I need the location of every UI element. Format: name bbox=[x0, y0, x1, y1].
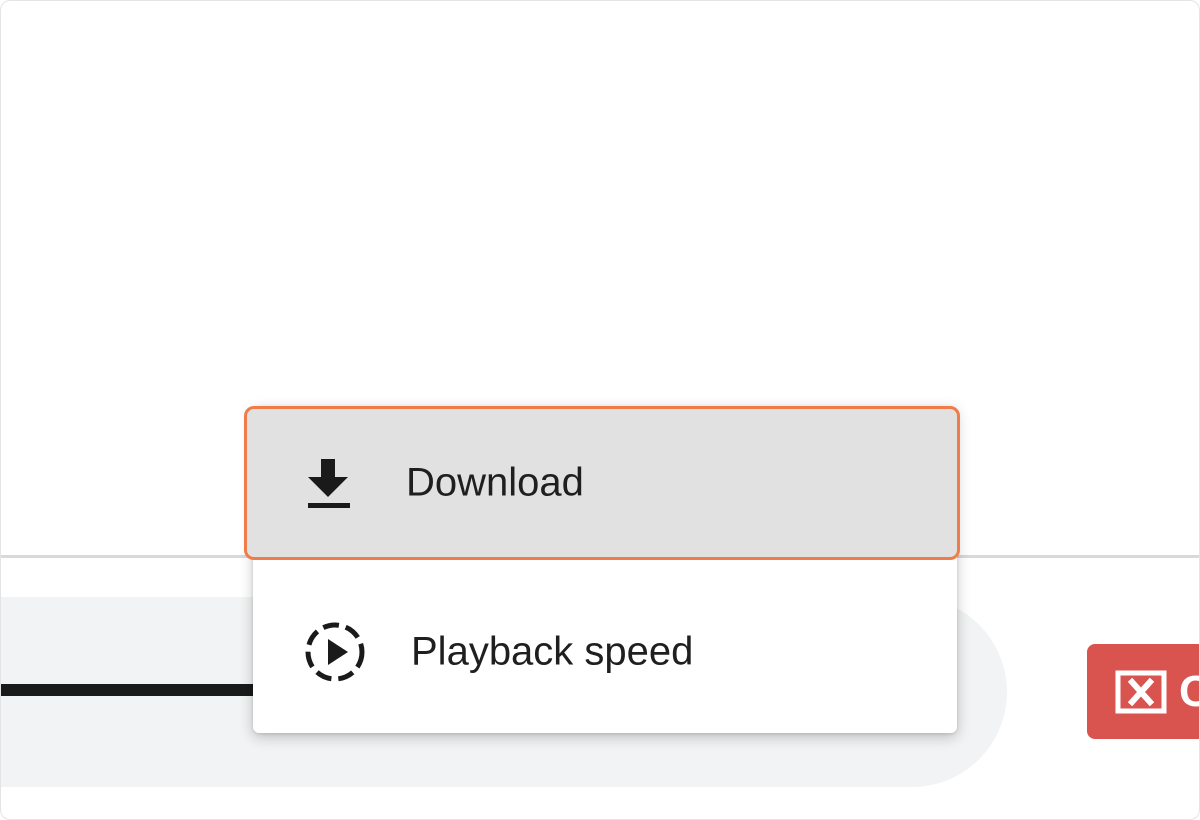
close-box-icon bbox=[1115, 670, 1167, 713]
download-icon bbox=[306, 457, 352, 509]
menu-item-label: Download bbox=[406, 460, 584, 505]
close-button-label: C bbox=[1179, 667, 1199, 717]
menu-item-download[interactable]: Download bbox=[244, 406, 960, 560]
progress-bar[interactable] bbox=[1, 684, 259, 696]
menu-item-playback-speed[interactable]: Playback speed bbox=[253, 572, 957, 732]
close-button[interactable]: C bbox=[1087, 644, 1199, 739]
playback-speed-icon bbox=[303, 620, 367, 684]
app-frame: C Download Playback speed bbox=[0, 0, 1200, 820]
menu-item-label: Playback speed bbox=[411, 629, 694, 674]
player-options-menu: Download Playback speed bbox=[244, 406, 960, 733]
